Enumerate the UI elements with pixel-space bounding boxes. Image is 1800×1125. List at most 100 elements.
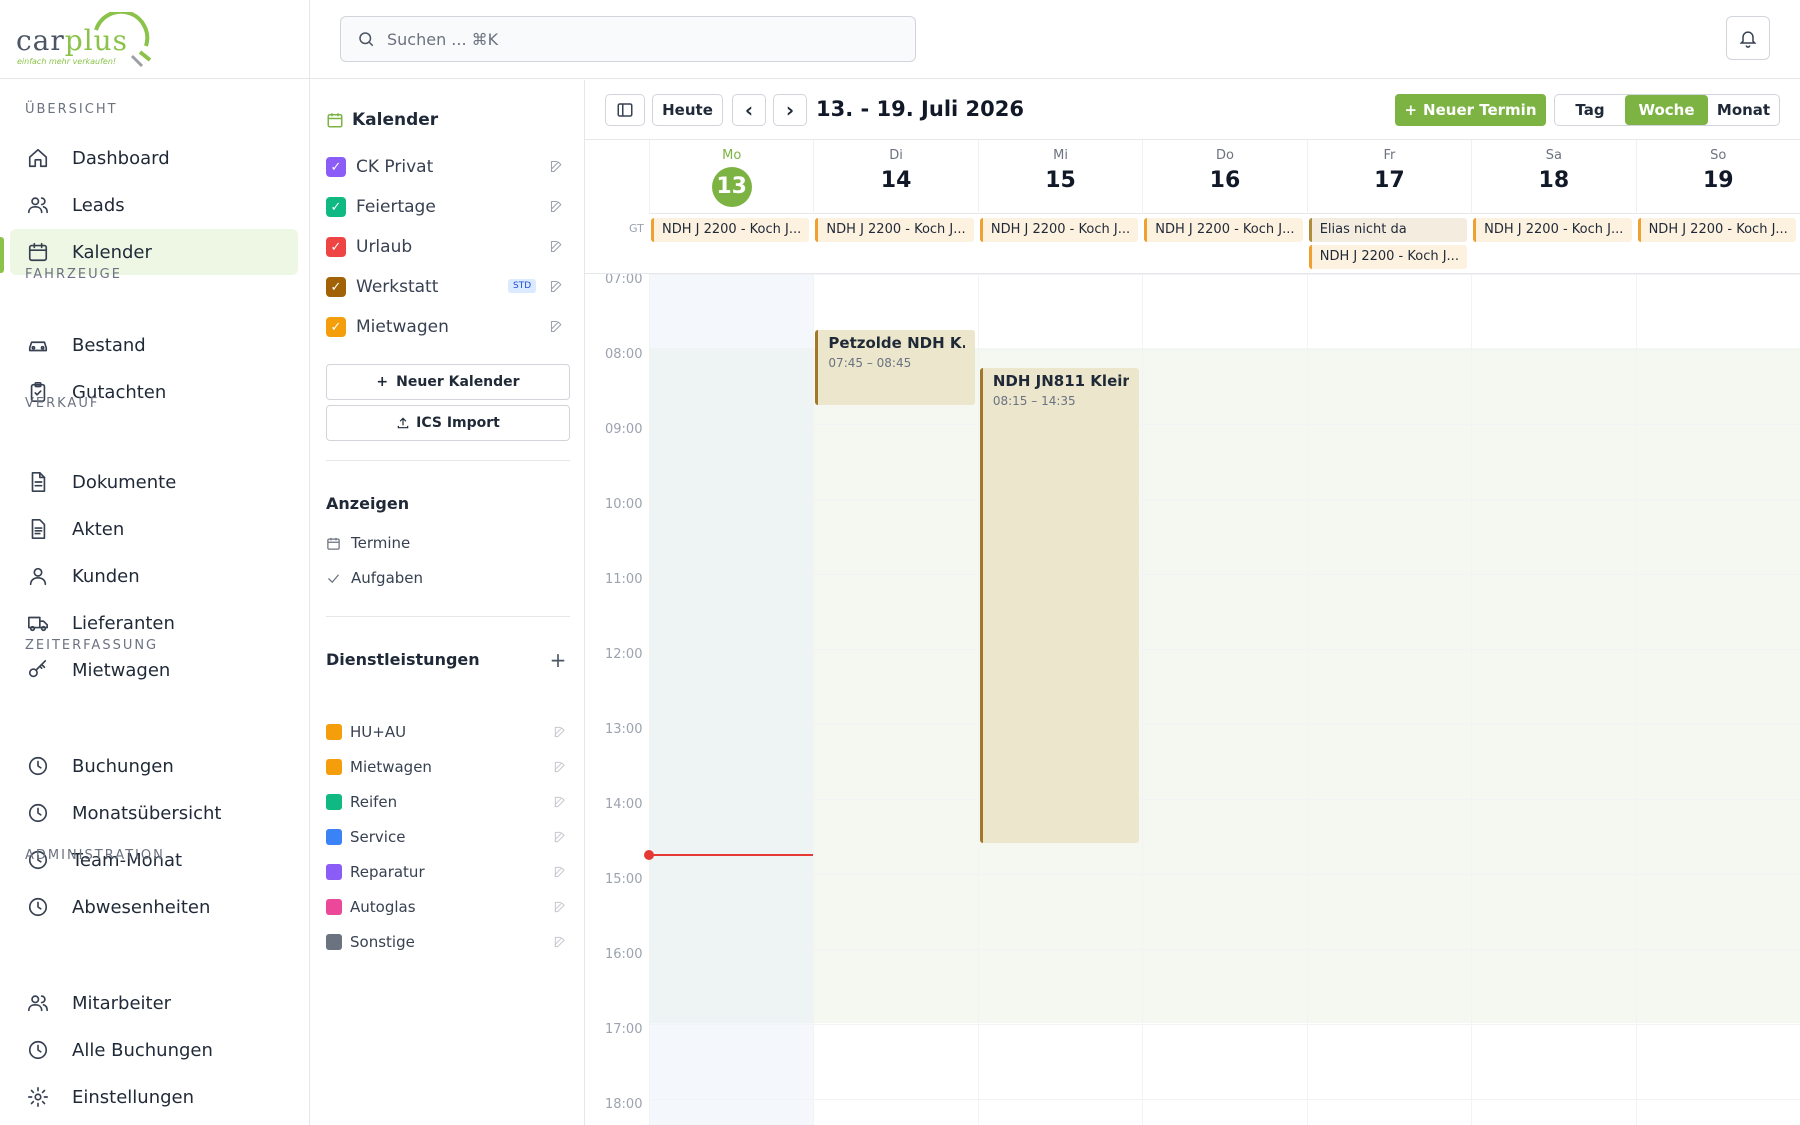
calendar-item[interactable]: ✓ CK Privat <box>326 147 570 187</box>
service-item[interactable]: HU+AU <box>326 717 570 747</box>
calendar-event[interactable]: Petzolde NDH K... 07:45 – 08:45 <box>815 330 975 406</box>
day-header[interactable]: Di 14 <box>813 140 977 214</box>
sidebar-item-einstellungen[interactable]: Einstellungen <box>10 1074 298 1120</box>
day-header[interactable]: Mi 15 <box>977 140 1142 214</box>
sidebar-item-dashboard[interactable]: Dashboard <box>10 135 298 181</box>
sidebar-item-mitarbeiter[interactable]: Mitarbeiter <box>10 980 298 1026</box>
service-item[interactable]: Service <box>326 822 570 852</box>
all-day-event[interactable]: NDH J 2200 - Koch J... <box>1144 218 1303 242</box>
today-button[interactable]: Heute <box>652 94 723 126</box>
sidebar-item-mietwagen[interactable]: Mietwagen <box>10 647 298 693</box>
today-date-badge: 13 <box>711 167 752 207</box>
edit-service-button[interactable] <box>553 934 567 948</box>
sidebar-item-kunden[interactable]: Kunden <box>10 553 298 599</box>
notifications-button[interactable] <box>1726 16 1770 60</box>
sidebar-item-label: Einstellungen <box>72 1086 195 1108</box>
carplus-logo[interactable]: carplus einfach mehr verkaufen! <box>16 12 152 70</box>
service-item[interactable]: Reparatur <box>326 857 570 887</box>
service-item[interactable]: Reifen <box>326 787 570 817</box>
chevron-left-icon: ‹ <box>744 98 754 122</box>
show-tasks-toggle[interactable]: Aufgaben <box>326 564 423 592</box>
default-badge: STD <box>508 279 537 293</box>
day-column-divider <box>1142 274 1144 1125</box>
edit-service-button[interactable] <box>553 794 567 808</box>
all-day-event[interactable]: NDH J 2200 - Koch J... <box>979 218 1139 242</box>
all-day-event[interactable]: NDH J 2200 - Koch J... <box>1637 218 1796 242</box>
day-header[interactable]: Sa 18 <box>1471 140 1635 214</box>
hour-label: 17:00 <box>605 1022 643 1037</box>
service-color-swatch <box>326 899 342 915</box>
sidebar-item-label: Bestand <box>72 334 146 356</box>
chevron-right-icon: › <box>785 98 795 122</box>
sidebar-item-leads[interactable]: Leads <box>10 182 298 228</box>
search-input[interactable]: Suchen ... ⌘K <box>340 16 916 62</box>
hour-label: 08:00 <box>605 347 643 362</box>
service-item[interactable]: Mietwagen <box>326 752 570 782</box>
edit-service-button[interactable] <box>553 864 567 878</box>
all-day-event[interactable]: NDH J 2200 - Koch J... <box>651 218 810 242</box>
edit-calendar-button[interactable] <box>549 319 565 335</box>
all-day-event[interactable]: NDH J 2200 - Koch J... <box>1473 218 1632 242</box>
calendar-item[interactable]: ✓ Werkstatt STD <box>326 267 570 307</box>
day-header[interactable]: So 19 <box>1635 140 1800 214</box>
calendar-item[interactable]: ✓ Urlaub <box>326 227 570 267</box>
calendar-checkbox[interactable]: ✓ <box>326 197 346 217</box>
view-month-button[interactable]: Monat <box>1708 95 1779 125</box>
view-week-button[interactable]: Woche <box>1625 95 1708 125</box>
service-item[interactable]: Autoglas <box>326 892 570 922</box>
calendar-item[interactable]: ✓ Mietwagen <box>326 307 570 347</box>
display-heading: Anzeigen <box>326 494 410 513</box>
new-appointment-button[interactable]: + Neuer Termin <box>1395 94 1546 126</box>
calendar-event[interactable]: NDH JN811 Klein... 08:15 – 14:35 <box>979 367 1140 843</box>
day-name: Mo <box>722 148 742 163</box>
new-calendar-button[interactable]: + Neuer Kalender <box>326 364 570 400</box>
sidebar-item-label: Kalender <box>72 241 152 263</box>
view-day-button[interactable]: Tag <box>1555 95 1625 125</box>
ics-import-button[interactable]: ICS Import <box>326 405 570 441</box>
previous-week-button[interactable]: ‹ <box>732 94 766 126</box>
service-label: Service <box>350 828 406 846</box>
time-grid[interactable]: 07:00 08:00 09:00 10:00 11:00 12:00 13:00 14:00… <box>585 274 1800 1125</box>
service-label: Autoglas <box>350 898 416 916</box>
calendar-checkbox[interactable]: ✓ <box>326 317 346 337</box>
event-time: 08:15 – 14:35 <box>992 393 1076 408</box>
sidebar-item-dokumente[interactable]: Dokumente <box>10 459 298 505</box>
day-header[interactable]: Fr 17 <box>1306 140 1471 214</box>
all-day-event[interactable]: Elias nicht da <box>1308 218 1468 242</box>
edit-service-button[interactable] <box>553 724 567 738</box>
sidebar-item-abwesenheiten[interactable]: Abwesenheiten <box>10 884 298 930</box>
calendar-item[interactable]: ✓ Feiertage <box>326 187 570 227</box>
calendar-checkbox[interactable]: ✓ <box>326 277 346 297</box>
calendar-checkbox[interactable]: ✓ <box>326 237 346 257</box>
clock-icon <box>28 897 48 917</box>
all-day-event[interactable]: NDH J 2200 - Koch J... <box>815 218 974 242</box>
edit-calendar-button[interactable] <box>549 199 565 215</box>
next-week-button[interactable]: › <box>773 94 807 126</box>
all-day-event[interactable]: NDH J 2200 - Koch J... <box>1308 245 1468 269</box>
edit-service-button[interactable] <box>553 759 567 773</box>
edit-icon <box>550 320 562 333</box>
hour-label: 09:00 <box>605 422 643 437</box>
edit-icon <box>554 761 565 773</box>
hour-gridline <box>649 649 1800 650</box>
view-switcher: Tag Woche Monat <box>1554 94 1780 126</box>
day-header[interactable]: Mo 13 <box>649 140 813 214</box>
sidebar-item-bestand[interactable]: Bestand <box>10 322 298 368</box>
sidebar-item-akten[interactable]: Akten <box>10 506 298 552</box>
edit-service-button[interactable] <box>553 829 567 843</box>
edit-calendar-button[interactable] <box>549 279 565 295</box>
service-item[interactable]: Sonstige <box>326 927 570 957</box>
calendar-checkbox[interactable]: ✓ <box>326 157 346 177</box>
sidebar-item-monats-bersicht[interactable]: Monatsübersicht <box>10 790 298 836</box>
sidebar-item-buchungen[interactable]: Buchungen <box>10 743 298 789</box>
add-service-button[interactable]: + <box>548 648 568 672</box>
edit-calendar-button[interactable] <box>549 159 565 175</box>
calendar-label: Urlaub <box>356 237 413 257</box>
toggle-sidebar-button[interactable] <box>605 94 645 126</box>
sidebar-item-alle-buchungen[interactable]: Alle Buchungen <box>10 1027 298 1073</box>
users-icon <box>28 995 48 1012</box>
edit-calendar-button[interactable] <box>549 239 565 255</box>
show-appointments-toggle[interactable]: Termine <box>326 529 410 557</box>
edit-service-button[interactable] <box>553 899 567 913</box>
day-header[interactable]: Do 16 <box>1142 140 1306 214</box>
